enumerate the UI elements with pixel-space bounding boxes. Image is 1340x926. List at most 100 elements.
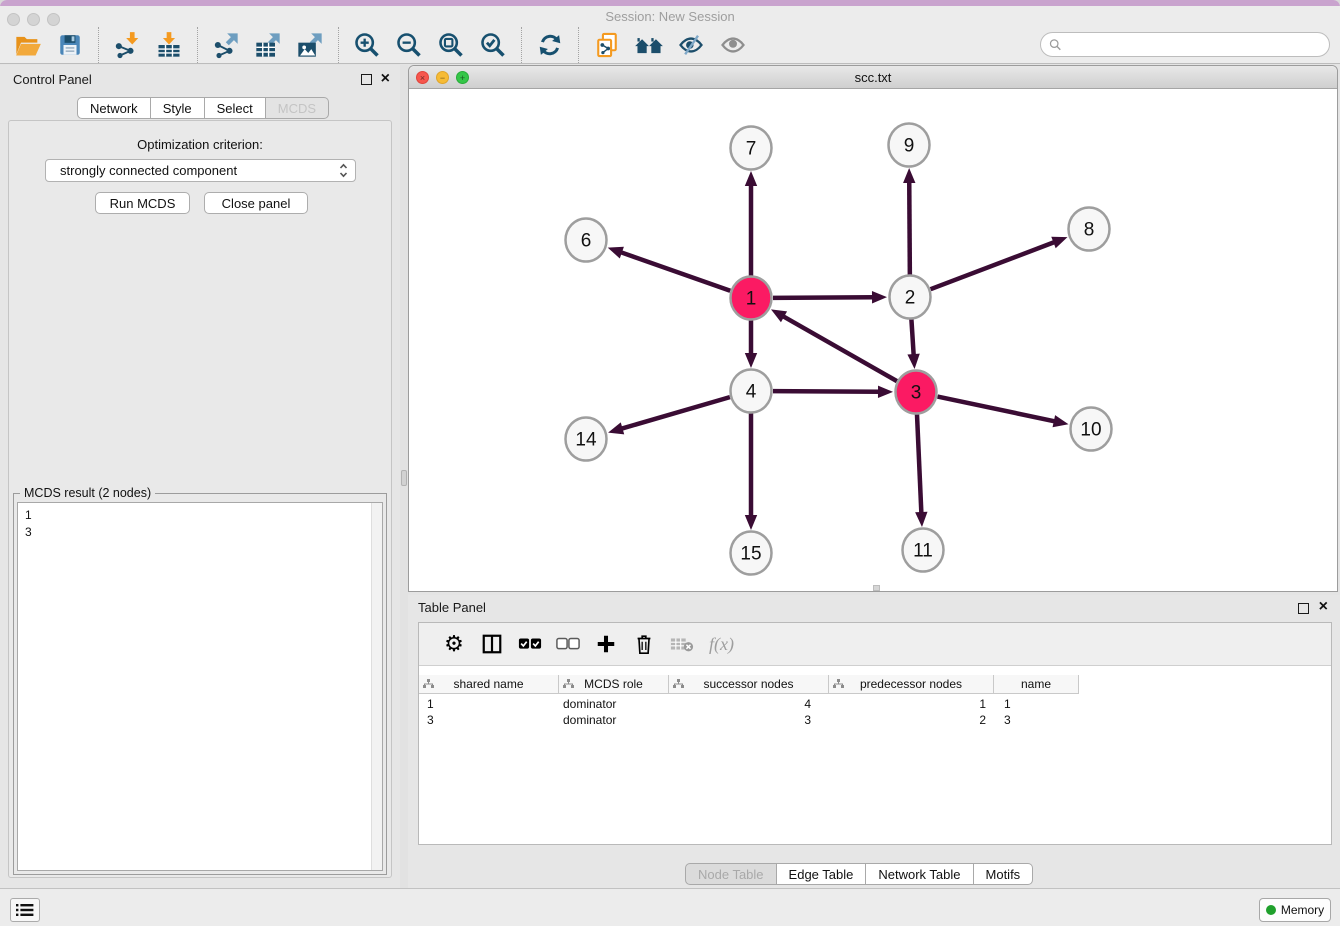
run-mcds-button[interactable]: Run MCDS	[95, 192, 190, 214]
memory-label: Memory	[1281, 903, 1324, 917]
import-network-button[interactable]	[112, 30, 142, 60]
cell-mcds-role[interactable]: dominator	[559, 697, 669, 713]
control-panel-float-button[interactable]	[361, 74, 372, 85]
delete-table-icon	[670, 635, 694, 653]
tab-motifs[interactable]: Motifs	[974, 863, 1034, 885]
hierarchy-icon	[563, 679, 574, 689]
table-panel-float-button[interactable]	[1298, 603, 1309, 614]
tab-select[interactable]: Select	[205, 97, 266, 119]
canvas-resize-handle[interactable]	[873, 585, 880, 591]
graph-edge-3-1[interactable]	[782, 316, 897, 381]
graph-edge-arrowhead	[872, 291, 887, 303]
column-header-shared-name[interactable]: shared name	[419, 675, 559, 694]
network-graph[interactable]: 7968124314101511	[409, 89, 1337, 591]
tab-network[interactable]: Network	[77, 97, 151, 119]
panel-splitter[interactable]	[400, 65, 408, 888]
optimization-criterion-select[interactable]: strongly connected component	[45, 159, 356, 182]
tab-edge-table[interactable]: Edge Table	[777, 863, 867, 885]
select-all-columns-button[interactable]	[517, 631, 543, 657]
network-canvas[interactable]: 7968124314101511	[409, 89, 1337, 591]
table-settings-button[interactable]: ⚙	[441, 631, 467, 657]
graph-edge-arrowhead	[1051, 237, 1067, 249]
control-panel-close-button[interactable]: ×	[381, 73, 390, 85]
graph-edge-3-11[interactable]	[917, 414, 921, 514]
tab-node-table[interactable]: Node Table	[685, 863, 777, 885]
cell-mcds-role[interactable]: dominator	[559, 713, 669, 729]
delete-table-button[interactable]	[669, 631, 695, 657]
unselect-all-columns-button[interactable]	[555, 631, 581, 657]
export-image-button[interactable]	[295, 30, 325, 60]
open-session-button[interactable]	[13, 30, 43, 60]
import-network-icon	[113, 31, 141, 59]
window-title: Session: New Session	[0, 9, 1340, 24]
create-column-button[interactable]	[593, 631, 619, 657]
show-panels-button[interactable]	[10, 898, 40, 922]
graph-edge-3-10[interactable]	[938, 397, 1056, 422]
cell-name[interactable]: 3	[994, 713, 1079, 729]
graph-edge-4-14[interactable]	[621, 397, 730, 429]
duplicate-network-button[interactable]	[592, 30, 622, 60]
graph-edge-2-8[interactable]	[931, 242, 1056, 289]
table-row[interactable]: 3 dominator 3 2 3	[419, 713, 1079, 729]
graph-node-label-8: 8	[1084, 220, 1095, 241]
graph-edge-1-6[interactable]	[620, 252, 730, 291]
refresh-layout-button[interactable]	[535, 30, 565, 60]
column-header-successor-nodes[interactable]: successor nodes	[669, 675, 829, 694]
mcds-result-box: MCDS result (2 nodes) 1 3	[13, 493, 387, 875]
show-all-button[interactable]	[718, 30, 748, 60]
cell-shared-name[interactable]: 1	[419, 697, 559, 713]
mcds-result-list[interactable]: 1 3	[17, 502, 383, 871]
tab-style[interactable]: Style	[151, 97, 205, 119]
column-header-name[interactable]: name	[994, 675, 1079, 694]
graph-edge-2-9[interactable]	[909, 181, 910, 275]
optimization-criterion-label: Optimization criterion:	[9, 137, 391, 152]
zoom-out-button[interactable]	[394, 30, 424, 60]
cell-successor-nodes[interactable]: 4	[669, 697, 829, 713]
graph-node-label-10: 10	[1080, 420, 1101, 441]
save-floppy-icon	[57, 32, 83, 58]
zoom-in-button[interactable]	[352, 30, 382, 60]
node-table-container: ⚙ f(x) shared name MCDS role successor n…	[418, 622, 1332, 845]
cell-shared-name[interactable]: 3	[419, 713, 559, 729]
zoom-selected-button[interactable]	[478, 30, 508, 60]
zoom-fit-button[interactable]	[436, 30, 466, 60]
close-panel-button[interactable]: Close panel	[204, 192, 308, 214]
title-bar: Session: New Session	[0, 6, 1340, 27]
function-builder-button[interactable]: f(x)	[709, 634, 734, 655]
result-scrollbar[interactable]	[371, 503, 382, 870]
tab-network-table[interactable]: Network Table	[866, 863, 973, 885]
column-header-predecessor-nodes[interactable]: predecessor nodes	[829, 675, 994, 694]
search-input[interactable]	[1066, 37, 1321, 52]
splitter-grip[interactable]	[401, 470, 407, 486]
cell-predecessor-nodes[interactable]: 2	[829, 713, 994, 729]
hierarchy-icon	[833, 679, 844, 689]
result-node-id: 3	[18, 524, 382, 541]
graph-edge-4-3[interactable]	[773, 391, 880, 392]
hide-details-button[interactable]	[676, 30, 706, 60]
delete-column-button[interactable]	[631, 631, 657, 657]
graph-edge-arrowhead	[878, 386, 893, 398]
cell-name[interactable]: 1	[994, 697, 1079, 713]
import-table-button[interactable]	[154, 30, 184, 60]
first-neighbors-button[interactable]	[634, 30, 664, 60]
mcds-panel: Optimization criterion: strongly connect…	[8, 120, 392, 878]
toolbar-separator	[338, 27, 339, 63]
toolbar-separator	[578, 27, 579, 63]
tab-mcds[interactable]: MCDS	[266, 97, 329, 119]
table-toolbar: ⚙ f(x)	[419, 623, 1331, 666]
export-table-button[interactable]	[253, 30, 283, 60]
cell-predecessor-nodes[interactable]: 1	[829, 697, 994, 713]
table-panel-title: Table Panel	[418, 600, 486, 615]
table-panel-close-button[interactable]: ×	[1319, 601, 1328, 613]
table-row[interactable]: 1 dominator 4 1 1	[419, 697, 1079, 713]
graph-edge-2-3[interactable]	[911, 319, 913, 356]
graph-edge-arrowhead	[1053, 415, 1069, 427]
column-header-mcds-role[interactable]: MCDS role	[559, 675, 669, 694]
show-column-panel-button[interactable]	[479, 631, 505, 657]
save-session-button[interactable]	[55, 30, 85, 60]
memory-button[interactable]: Memory	[1259, 898, 1331, 922]
graph-edge-1-2[interactable]	[773, 297, 874, 298]
graph-node-label-6: 6	[581, 231, 592, 252]
cell-successor-nodes[interactable]: 3	[669, 713, 829, 729]
export-network-button[interactable]	[211, 30, 241, 60]
